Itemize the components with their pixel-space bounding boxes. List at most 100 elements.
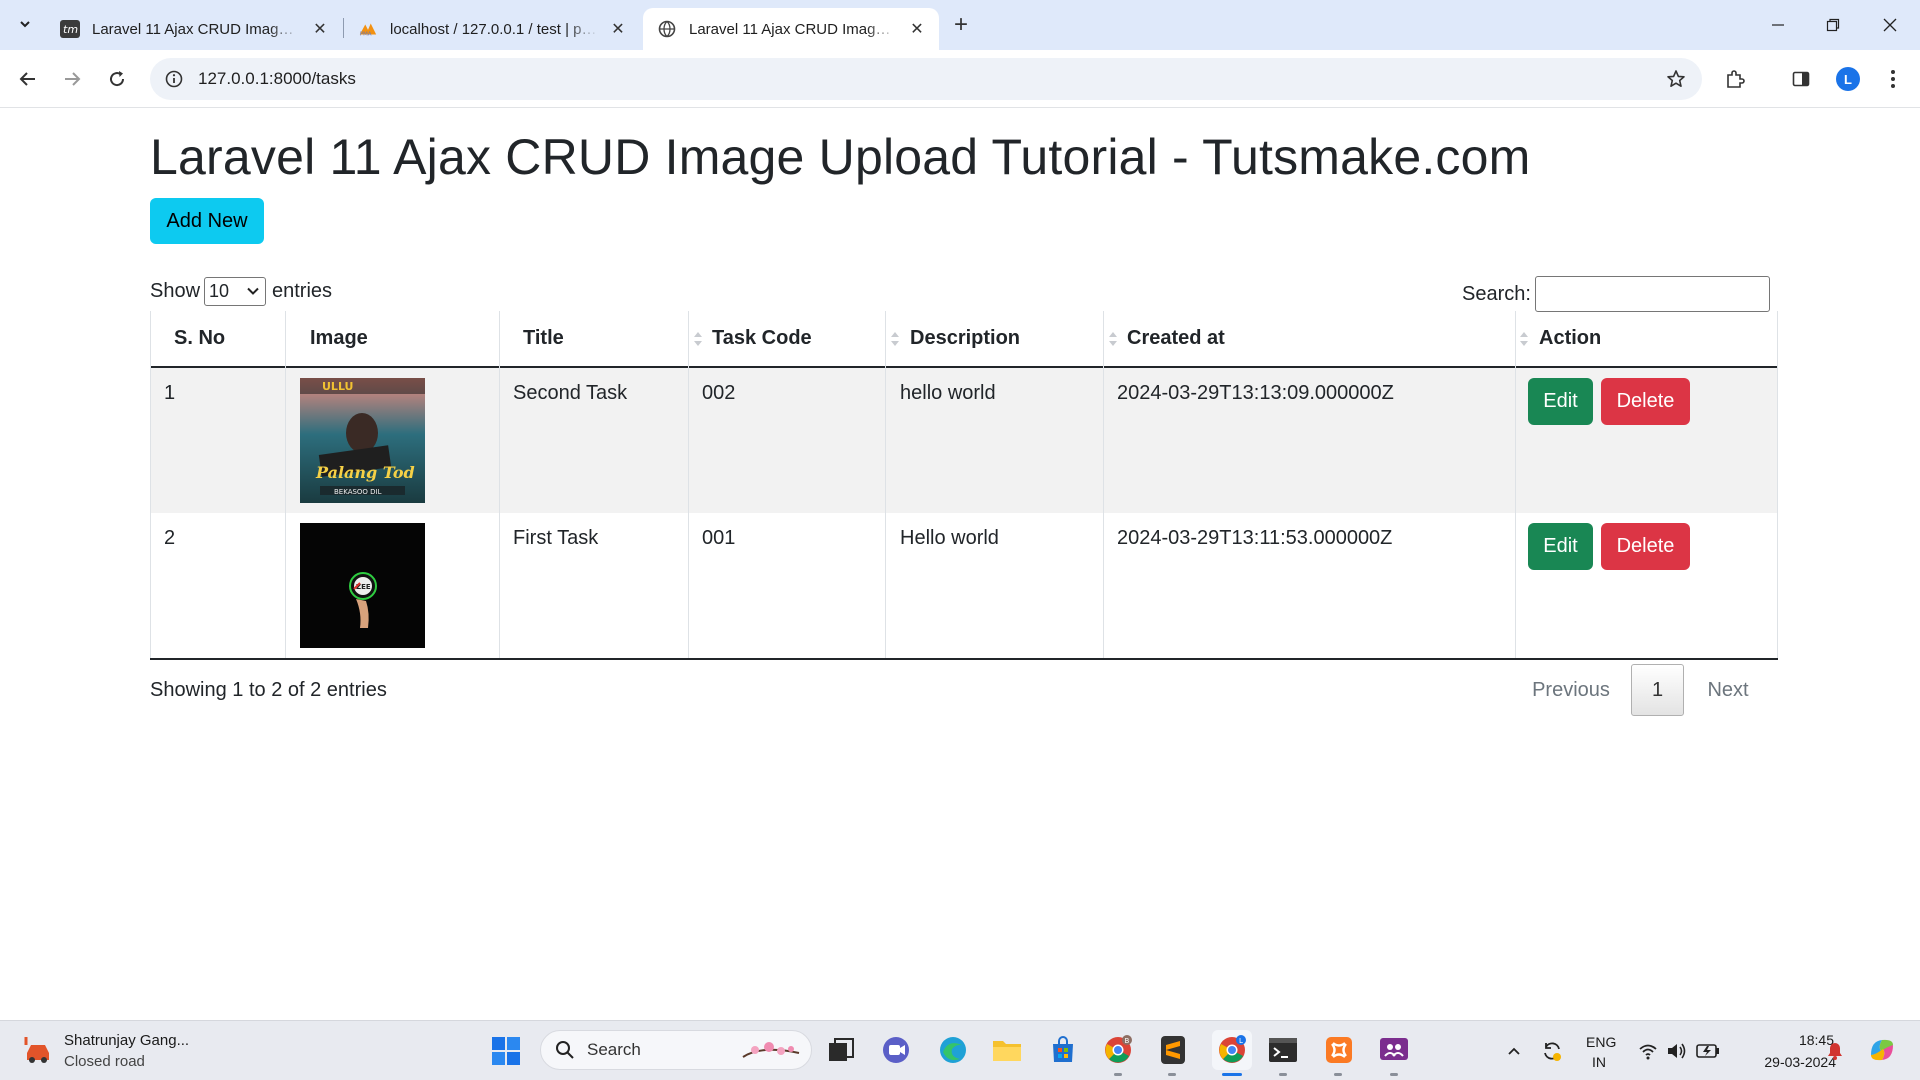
column-header-task-code[interactable]: Task Code <box>712 311 908 366</box>
windows-start-icon[interactable] <box>491 1036 521 1066</box>
svg-text:Palang Tod: Palang Tod <box>315 463 415 482</box>
tab-search-button[interactable] <box>10 9 40 39</box>
delete-button[interactable]: Delete <box>1601 378 1690 425</box>
sync-icon[interactable] <box>1540 1039 1564 1063</box>
search-label: Search: <box>1462 283 1531 305</box>
table-search-input[interactable] <box>1535 276 1770 312</box>
sort-arrows-icon <box>1520 332 1528 346</box>
close-window-icon[interactable] <box>1862 0 1918 50</box>
language-indicator-line1[interactable]: ENG <box>1586 1034 1616 1050</box>
terminal-icon[interactable] <box>1266 1033 1300 1067</box>
add-new-button[interactable]: Add New <box>150 198 264 244</box>
address-bar[interactable]: 127.0.0.1:8000/tasks <box>150 58 1702 100</box>
svg-text:PMA: PMA <box>360 31 372 37</box>
length-entries-label: entries <box>272 280 333 302</box>
browser-tab-strip: tm Laravel 11 Ajax CRUD Image Up ✕ PMA l… <box>0 0 1920 50</box>
sort-arrows-icon <box>891 332 899 346</box>
taskbar-search-box[interactable]: Search <box>540 1030 812 1070</box>
file-explorer-icon[interactable] <box>990 1033 1024 1067</box>
extensions-puzzle-icon[interactable] <box>1718 62 1752 96</box>
column-header-sno[interactable]: S. No <box>174 311 284 366</box>
wifi-icon[interactable] <box>1636 1039 1660 1063</box>
column-label: Action <box>1539 327 1602 349</box>
svg-text:BEKASOO DIL: BEKASOO DIL <box>334 488 382 496</box>
side-panel-icon[interactable] <box>1784 62 1818 96</box>
column-divider <box>150 311 151 658</box>
cell-sno: 1 <box>164 382 176 404</box>
bookmark-star-icon[interactable] <box>1664 67 1688 91</box>
chrome-profile-l-icon[interactable]: L <box>1212 1030 1252 1070</box>
cell-task-code: 001 <box>702 527 736 549</box>
cell-sno: 2 <box>164 527 176 549</box>
traffic-alert-icon[interactable] <box>22 1035 56 1065</box>
pagination-page-1[interactable]: 1 <box>1631 664 1684 716</box>
reload-icon[interactable] <box>100 62 134 96</box>
chevron-up-icon[interactable] <box>1502 1039 1526 1063</box>
edit-button[interactable]: Edit <box>1528 523 1593 570</box>
column-divider <box>1777 311 1778 658</box>
cherry-blossom-icon <box>742 1042 800 1058</box>
entries-per-page-value: 10 <box>209 281 230 301</box>
table-header: S. No Image Title Task Code Description … <box>150 311 1778 368</box>
svg-text:L: L <box>1239 1037 1243 1045</box>
taskbar-search-placeholder: Search <box>587 1040 641 1059</box>
microsoft-store-icon[interactable] <box>1046 1033 1080 1067</box>
chevron-down-icon <box>20 21 30 28</box>
tab-title: localhost / 127.0.0.1 / test | php <box>390 20 598 38</box>
video-meet-icon[interactable] <box>880 1033 914 1067</box>
cell-title: First Task <box>513 527 599 549</box>
close-tab-icon[interactable]: ✕ <box>608 19 628 39</box>
table-row: 2 ZEE First Task 001 Hello world 2024-03… <box>150 513 1778 658</box>
browser-tab-2[interactable]: PMA localhost / 127.0.0.1 / test | php ✕ <box>344 8 640 50</box>
edge-browser-icon[interactable] <box>936 1033 970 1067</box>
column-header-description[interactable]: Description <box>910 311 1126 366</box>
search-icon <box>556 1041 574 1059</box>
forward-arrow-icon[interactable] <box>55 62 89 96</box>
notification-bell-icon[interactable] <box>1823 1039 1847 1063</box>
page-title: Laravel 11 Ajax CRUD Image Upload Tutori… <box>150 129 1531 185</box>
chrome-profile-b-icon[interactable]: B <box>1101 1033 1135 1067</box>
task-view-icon[interactable] <box>824 1033 858 1067</box>
column-header-image: Image <box>310 311 490 366</box>
column-divider <box>285 311 286 658</box>
browser-menu-kebab-icon[interactable] <box>1876 62 1910 96</box>
delete-button[interactable]: Delete <box>1601 523 1690 570</box>
close-tab-icon[interactable]: ✕ <box>907 19 927 39</box>
phpmyadmin-favicon-icon: PMA <box>358 19 378 39</box>
column-header-action: Action <box>1539 311 1739 366</box>
site-info-icon[interactable] <box>162 67 186 91</box>
restore-window-icon[interactable] <box>1805 0 1861 50</box>
profile-avatar[interactable]: L <box>1836 67 1860 91</box>
volume-icon[interactable] <box>1665 1039 1689 1063</box>
teams-icon[interactable] <box>1377 1033 1411 1067</box>
sublime-text-icon[interactable] <box>1156 1033 1190 1067</box>
column-label: Title <box>523 327 564 349</box>
browser-tab-1[interactable]: tm Laravel 11 Ajax CRUD Image Up ✕ <box>46 8 342 50</box>
minimize-window-icon[interactable] <box>1750 0 1806 50</box>
back-arrow-icon[interactable] <box>11 62 45 96</box>
running-app-indicator <box>1334 1073 1342 1076</box>
active-app-indicator <box>1222 1073 1242 1076</box>
copilot-icon[interactable] <box>1866 1034 1898 1066</box>
xampp-icon[interactable] <box>1322 1033 1356 1067</box>
column-divider <box>499 311 500 658</box>
cell-created-at: 2024-03-29T13:13:09.000000Z <box>1117 382 1394 404</box>
edit-button[interactable]: Edit <box>1528 378 1593 425</box>
column-label: Image <box>310 327 368 349</box>
weather-widget-line1[interactable]: Shatrunjay Gang... <box>64 1032 189 1049</box>
column-header-created-at[interactable]: Created at <box>1127 311 1537 366</box>
pagination-next[interactable]: Next <box>1692 664 1764 716</box>
cell-description: hello world <box>900 382 996 404</box>
browser-tab-3-active[interactable]: Laravel 11 Ajax CRUD Image Up ✕ <box>643 8 939 50</box>
sort-arrows-icon <box>1109 332 1117 346</box>
pagination-previous[interactable]: Previous <box>1519 664 1623 716</box>
running-app-indicator <box>1390 1073 1398 1076</box>
column-header-title[interactable]: Title <box>523 311 711 366</box>
battery-charging-icon[interactable] <box>1696 1039 1720 1063</box>
globe-favicon-icon <box>657 19 677 39</box>
column-label: Created at <box>1127 327 1225 349</box>
entries-per-page-select[interactable]: 10 <box>204 277 266 306</box>
close-tab-icon[interactable]: ✕ <box>310 19 330 39</box>
new-tab-plus-icon[interactable]: + <box>947 11 975 39</box>
column-divider <box>1103 311 1104 658</box>
